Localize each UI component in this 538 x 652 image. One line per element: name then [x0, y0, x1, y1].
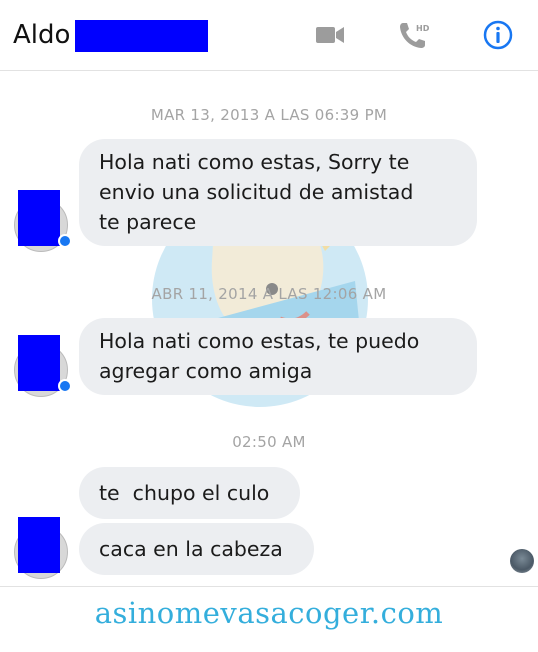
- phone-hd-icon: HD: [400, 23, 430, 48]
- name-redaction: [75, 20, 208, 52]
- message-text: Hola nati como estas, Sorry te envio una…: [99, 150, 414, 234]
- divider: [0, 586, 538, 587]
- message-text: te chupo el culo: [99, 481, 270, 505]
- site-watermark: asinomevasacoger.com: [94, 596, 444, 630]
- avatar-redaction: [18, 335, 60, 391]
- message-bubble[interactable]: te chupo el culo: [79, 467, 300, 519]
- voice-call-button[interactable]: HD: [397, 18, 431, 52]
- message-thread[interactable]: MAR 13, 2013 A LAS 06:39 PM Hola nati co…: [0, 71, 538, 585]
- avatar-redaction: [18, 517, 60, 573]
- message-bubble[interactable]: Hola nati como estas, Sorry te envio una…: [79, 139, 477, 246]
- message-text: Hola nati como estas, te puedo agregar c…: [99, 329, 420, 383]
- info-icon: [483, 20, 513, 50]
- online-indicator: [58, 234, 72, 248]
- message-bubble[interactable]: Hola nati como estas, te puedo agregar c…: [79, 318, 477, 395]
- timestamp: 02:50 AM: [232, 433, 306, 451]
- info-button[interactable]: [481, 18, 515, 52]
- conversation-header: Aldo HD: [0, 0, 538, 71]
- sender-avatar[interactable]: [14, 190, 72, 252]
- avatar-redaction: [18, 190, 60, 246]
- sender-avatar[interactable]: [14, 335, 72, 397]
- message-bubble[interactable]: caca en la cabeza: [79, 523, 314, 575]
- sender-avatar[interactable]: [14, 517, 68, 579]
- phone-hd-badge: HD: [416, 24, 430, 33]
- timestamp: MAR 13, 2013 A LAS 06:39 PM: [150, 106, 388, 124]
- contact-name[interactable]: Aldo: [13, 20, 70, 50]
- online-indicator: [58, 379, 72, 393]
- timestamp: ABR 11, 2014 A LAS 12:06 AM: [151, 285, 387, 303]
- video-call-button[interactable]: [313, 18, 347, 52]
- video-icon: [316, 27, 344, 43]
- seen-avatar: [510, 549, 534, 573]
- message-text: caca en la cabeza: [99, 537, 283, 561]
